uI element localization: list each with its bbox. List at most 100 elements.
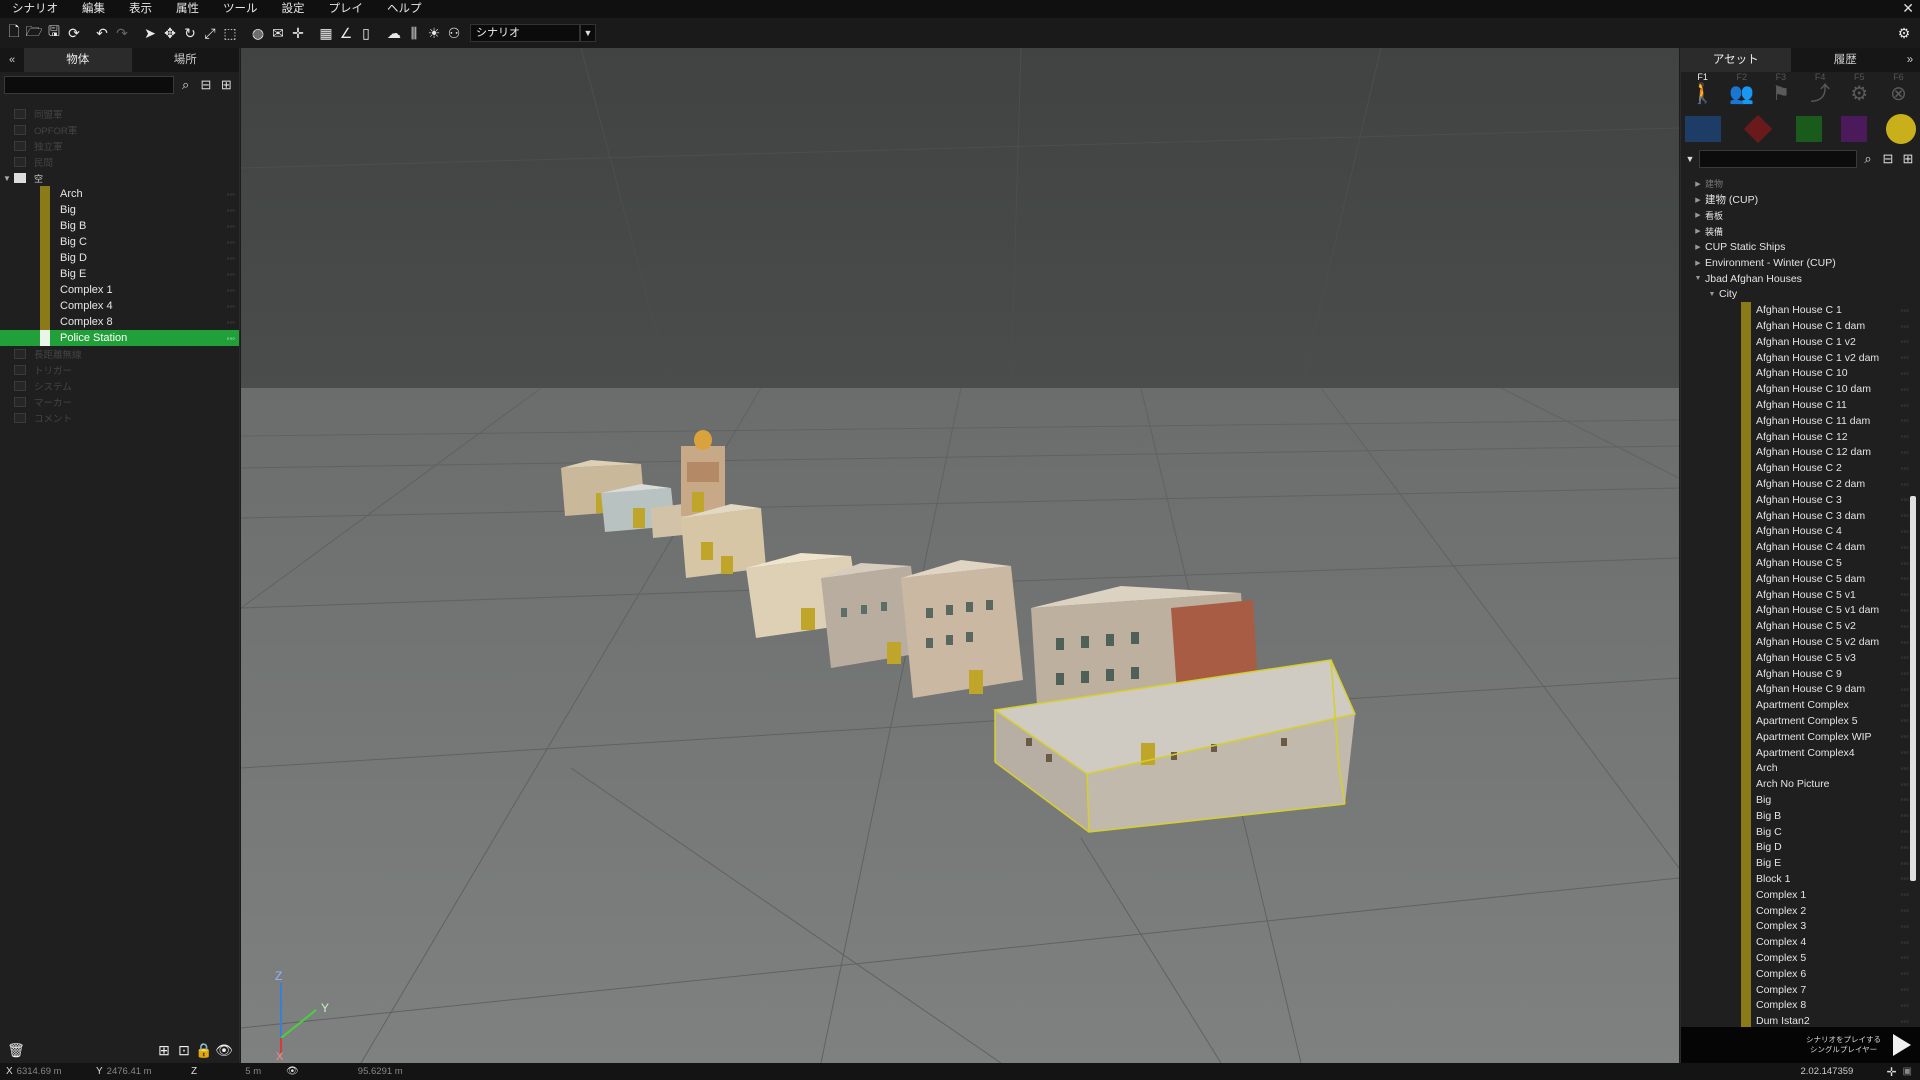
asset-category[interactable]: ▼ Jbad Afghan Houses [1681,271,1909,287]
tree-group-radio[interactable]: 長距離無線 [0,346,239,362]
asset-item[interactable]: Apartment Complex ◦◦◦ [1681,697,1909,714]
tree-group-comments[interactable]: コメント [0,410,239,426]
side-civilian[interactable] [1840,116,1867,142]
grid-icon[interactable]: ▦ [317,24,335,42]
save-icon[interactable]: 🖫 [45,23,63,42]
asset-item[interactable]: Afghan House C 9 dam ◦◦◦ [1681,681,1909,698]
time-of-day-icon[interactable]: ☀ [425,24,443,42]
menu-view[interactable]: 表示 [117,0,164,18]
asset-category[interactable]: ▶ CUP Static Ships [1681,239,1909,255]
expand-all-icon[interactable]: ⊞ [1899,150,1917,168]
asset-search-input[interactable] [1699,150,1857,168]
group-checkbox[interactable] [14,349,26,359]
asset-item[interactable]: Block 1 ◦◦◦ [1681,871,1909,888]
tree-group-civilian[interactable]: 民間 [0,154,239,170]
export-icon[interactable]: ⟳ [65,24,83,42]
tree-group-triggers[interactable]: トリガー [0,362,239,378]
group-checkbox[interactable] [14,141,26,151]
asset-item[interactable]: Afghan House C 12 dam ◦◦◦ [1681,444,1909,461]
menu-scenario[interactable]: シナリオ [0,0,70,18]
tab-objects[interactable]: 物体 [24,48,132,72]
tree-group-blufor[interactable]: 同盟軍 [0,106,239,122]
angle-icon[interactable]: ∠ [337,24,355,42]
tree-group-independent[interactable]: 独立軍 [0,138,239,154]
asset-item[interactable]: Big ◦◦◦ [1681,792,1909,809]
expand-arrow-icon[interactable]: ▼ [0,174,14,183]
group-checkbox[interactable] [14,365,26,375]
asset-item[interactable]: Big D ◦◦◦ [1681,839,1909,856]
group-checkbox[interactable] [14,173,26,183]
category-modules[interactable]: F3 ⚑ [1761,72,1800,112]
tree-item[interactable]: Big C ◦◦◦ [0,234,239,250]
search-icon[interactable]: ⌕ [177,76,194,94]
collapse-all-icon[interactable]: ⊟ [197,76,214,94]
category-waypoints[interactable]: F4 ⤴ [1801,72,1840,112]
surface-snap-icon[interactable]: ◍ [249,24,267,42]
menu-attributes[interactable]: 属性 [164,0,211,18]
asset-item[interactable]: Complex 5 ◦◦◦ [1681,950,1909,967]
tab-history[interactable]: 履歴 [1791,48,1901,72]
asset-item[interactable]: Afghan House C 5 ◦◦◦ [1681,555,1909,572]
tree-item[interactable]: Big B ◦◦◦ [0,218,239,234]
chevron-down-icon[interactable]: ▼ [1683,154,1697,164]
chevron-down-icon[interactable]: ▼ [580,24,596,42]
entity-search-input[interactable] [4,76,174,94]
tree-group-markers[interactable]: マーカー [0,394,239,410]
menu-edit[interactable]: 編集 [70,0,117,18]
asset-item[interactable]: Afghan House C 5 v1 dam ◦◦◦ [1681,602,1909,619]
tree-item[interactable]: Complex 4 ◦◦◦ [0,298,239,314]
move-to-layer-icon[interactable]: ⊡ [174,1042,194,1060]
asset-item[interactable]: Afghan House C 4 dam ◦◦◦ [1681,539,1909,556]
scale-tool-icon[interactable]: ⤢ [201,24,219,42]
asset-item[interactable]: Complex 3 ◦◦◦ [1681,918,1909,935]
tab-locations[interactable]: 場所 [132,48,240,72]
tree-item[interactable]: Complex 1 ◦◦◦ [0,282,239,298]
asset-item[interactable]: Apartment Complex4 ◦◦◦ [1681,744,1909,761]
asset-item[interactable]: Afghan House C 11 ◦◦◦ [1681,397,1909,414]
tree-item[interactable]: Big ◦◦◦ [0,202,239,218]
menu-help[interactable]: ヘルプ [375,0,434,18]
expand-all-icon[interactable]: ⊞ [218,76,235,94]
asset-item[interactable]: Afghan House C 1 ◦◦◦ [1681,302,1909,319]
collapse-all-icon[interactable]: ⊟ [1879,150,1897,168]
lock-layer-icon[interactable]: 🔒 [194,1042,214,1060]
snap-icon[interactable]: ✛ [289,24,307,42]
asset-item[interactable]: Afghan House C 12 ◦◦◦ [1681,428,1909,445]
asset-item[interactable]: Afghan House C 2 dam ◦◦◦ [1681,476,1909,493]
tree-group-empty[interactable]: ▼ 空 [0,170,239,186]
play-icon[interactable] [1893,1034,1911,1056]
move-tool-icon[interactable]: ✥ [161,24,179,42]
group-checkbox[interactable] [14,157,26,167]
weather-icon[interactable]: ☁ [385,24,403,42]
asset-item[interactable]: Afghan House C 1 v2 ◦◦◦ [1681,333,1909,350]
side-independent[interactable] [1795,116,1822,142]
scrollbar-thumb[interactable] [1910,496,1916,881]
vertical-mode-icon[interactable]: ✉ [269,24,287,42]
building-complex-1[interactable] [901,560,1023,698]
group-checkbox[interactable] [14,413,26,423]
asset-item[interactable]: Complex 8 ◦◦◦ [1681,997,1909,1014]
asset-item[interactable]: Arch No Picture ◦◦◦ [1681,776,1909,793]
close-window-icon[interactable]: ✕ [1902,0,1914,17]
asset-item[interactable]: Afghan House C 11 dam ◦◦◦ [1681,412,1909,429]
asset-item[interactable]: Afghan House C 10 dam ◦◦◦ [1681,381,1909,398]
user-settings-icon[interactable]: ⚙ [1895,24,1913,42]
asset-item[interactable]: Apartment Complex WIP ◦◦◦ [1681,728,1909,745]
asset-item[interactable]: Afghan House C 2 ◦◦◦ [1681,460,1909,477]
asset-subcategory[interactable]: ▼ City [1681,287,1909,303]
group-checkbox[interactable] [14,109,26,119]
visibility-icon[interactable]: 👁 [214,1042,234,1060]
asset-scrollbar[interactable] [1910,176,1916,1038]
asset-category[interactable]: ▶ Environment - Winter (CUP) [1681,255,1909,271]
redo-icon[interactable]: ↷ [113,24,131,42]
menu-settings[interactable]: 設定 [270,0,317,18]
asset-item[interactable]: Complex 1 ◦◦◦ [1681,886,1909,903]
open-folder-icon[interactable]: 🗁 [25,23,43,42]
asset-item[interactable]: Afghan House C 5 v2 dam ◦◦◦ [1681,634,1909,651]
asset-item[interactable]: Afghan House C 1 dam ◦◦◦ [1681,318,1909,335]
side-blufor[interactable] [1685,116,1721,142]
asset-item[interactable]: Big C ◦◦◦ [1681,823,1909,840]
new-layer-icon[interactable]: ⊞ [154,1042,174,1060]
add-icon[interactable]: ✛ [1886,1065,1896,1079]
tree-item[interactable]: Arch ◦◦◦ [0,186,239,202]
